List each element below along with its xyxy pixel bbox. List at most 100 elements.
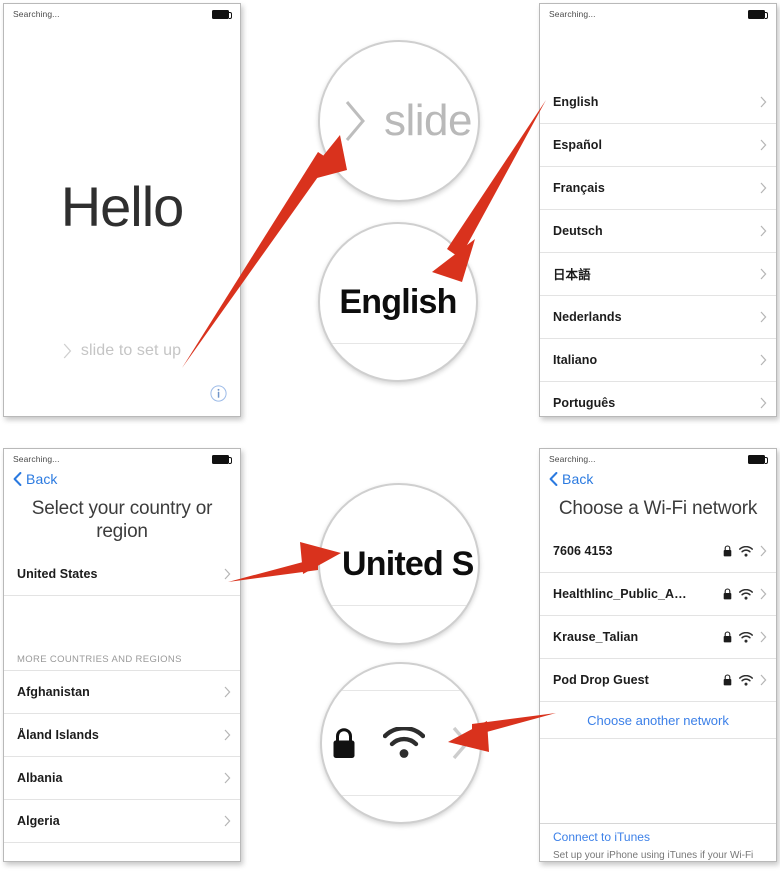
wifi-network-row[interactable]: Pod Drop Guest	[540, 659, 776, 703]
chevron-right-icon	[344, 99, 368, 143]
magnifier-slide-text: slide	[384, 96, 473, 145]
wifi-screen-panel: Searching... Back Choose a Wi-Fi network…	[539, 448, 777, 862]
wifi-icon	[383, 727, 425, 759]
carrier-status-text: Searching...	[549, 454, 596, 464]
language-screen-panel: Searching... English Español Français De…	[539, 3, 777, 417]
list-item-label: 日本語	[553, 268, 591, 283]
page-title: Select your country or region	[31, 498, 213, 543]
battery-icon	[212, 9, 232, 19]
list-item-label: Albania	[17, 771, 63, 786]
language-top-spacer	[540, 24, 776, 81]
wifi-ssid-label: Krause_Talian	[553, 630, 639, 645]
wifi-ssid-label: Healthlinc_Public_A…	[553, 587, 687, 602]
list-item-label: Afghanistan	[17, 685, 90, 700]
chevron-left-icon	[13, 472, 22, 486]
magnifier-country-text: United S	[342, 544, 474, 583]
lock-icon	[723, 545, 732, 557]
list-item[interactable]: Español	[540, 124, 776, 167]
chevron-right-icon	[760, 268, 767, 280]
list-item-label: Deutsch	[553, 223, 603, 238]
chevron-right-icon	[63, 343, 72, 359]
list-item[interactable]: Português	[540, 382, 776, 416]
list-item-label: Português	[553, 395, 616, 410]
list-item[interactable]: Afghanistan	[4, 671, 240, 715]
magnifier-slide: slide	[318, 40, 480, 202]
selected-country-row[interactable]: United States	[4, 553, 240, 597]
magnifier-country: United S	[318, 483, 480, 645]
list-item[interactable]: Albania	[4, 757, 240, 801]
chevron-right-icon	[760, 674, 767, 686]
chevron-right-icon	[760, 182, 767, 194]
carrier-status-text: Searching...	[13, 9, 60, 19]
list-item-label: Italiano	[553, 352, 598, 367]
chevron-right-icon	[451, 725, 471, 761]
wifi-network-row[interactable]: 7606 4153	[540, 530, 776, 574]
chevron-right-icon	[760, 225, 767, 237]
list-item[interactable]: Åland Islands	[4, 714, 240, 758]
list-item-label: Español	[553, 137, 602, 152]
wifi-icon	[739, 545, 753, 557]
choose-another-network-button[interactable]: Choose another network	[540, 702, 776, 740]
list-item[interactable]: Français	[540, 167, 776, 210]
country-list: Afghanistan Åland Islands Albania Algeri…	[4, 671, 240, 861]
hello-screen-panel: Searching... Hello slide to set up	[3, 3, 241, 417]
battery-icon	[212, 454, 232, 464]
wifi-network-row[interactable]: Healthlinc_Public_A…	[540, 573, 776, 617]
wifi-icon	[739, 674, 753, 686]
lock-icon	[723, 631, 732, 643]
hello-headline: Hello	[60, 175, 185, 238]
list-item-label: Français	[553, 180, 605, 195]
list-gap	[4, 596, 240, 643]
chevron-left-icon	[549, 472, 558, 486]
list-item[interactable]: Italiano	[540, 339, 776, 382]
wifi-network-row[interactable]: Krause_Talian	[540, 616, 776, 660]
magnifier-divider	[322, 795, 480, 796]
chevron-right-icon	[760, 545, 767, 557]
connect-to-itunes-link[interactable]: Connect to iTunes	[553, 830, 776, 850]
list-item-label: Åland Islands	[17, 728, 99, 743]
list-item[interactable]: English	[540, 81, 776, 124]
battery-icon	[748, 454, 768, 464]
slide-to-set-up-control[interactable]: slide to set up	[4, 342, 240, 360]
list-item[interactable]: Deutsch	[540, 210, 776, 253]
status-bar: Searching...	[540, 449, 776, 469]
list-item-label: English	[553, 94, 599, 109]
chevron-right-icon	[760, 631, 767, 643]
carrier-status-text: Searching...	[549, 9, 596, 19]
list-item-label: Nederlands	[553, 309, 622, 324]
chevron-right-icon	[224, 815, 231, 827]
chevron-right-icon	[760, 311, 767, 323]
wifi-ssid-label: 7606 4153	[553, 544, 613, 559]
chevron-right-icon	[760, 397, 767, 409]
info-circle-icon[interactable]	[210, 385, 227, 402]
lock-icon	[723, 588, 732, 600]
chevron-right-icon	[760, 96, 767, 108]
back-button[interactable]: Back	[540, 469, 776, 491]
chevron-right-icon	[224, 772, 231, 784]
wifi-ssid-label: Pod Drop Guest	[553, 673, 649, 688]
chevron-right-icon	[760, 588, 767, 600]
magnifier-divider	[320, 605, 478, 606]
section-header: MORE COUNTRIES AND REGIONS	[4, 643, 240, 672]
country-screen-panel: Searching... Back Select your country or…	[3, 448, 241, 862]
magnifier-english-text: English	[339, 282, 457, 321]
back-label: Back	[26, 471, 58, 487]
list-item-label: Algeria	[17, 814, 60, 829]
list-item[interactable]: 日本語	[540, 253, 776, 296]
chevron-right-icon	[760, 354, 767, 366]
list-item[interactable]: Nederlands	[540, 296, 776, 339]
wifi-network-list: 7606 4153 Healthlinc_Public_A… Krause_Ta…	[540, 530, 776, 823]
lock-icon	[723, 674, 732, 686]
back-button[interactable]: Back	[4, 469, 240, 491]
wifi-icon	[739, 588, 753, 600]
magnifier-wifi-icons	[320, 662, 482, 824]
language-list: English Español Français Deutsch 日本語 Ned…	[540, 81, 776, 416]
chevron-right-icon	[224, 686, 231, 698]
chevron-right-icon	[224, 729, 231, 741]
status-bar: Searching...	[4, 4, 240, 24]
magnifier-english: English	[318, 222, 478, 382]
battery-icon	[748, 9, 768, 19]
page-title: Choose a Wi-Fi network	[558, 498, 758, 519]
list-item[interactable]: Algeria	[4, 800, 240, 844]
carrier-status-text: Searching...	[13, 454, 60, 464]
